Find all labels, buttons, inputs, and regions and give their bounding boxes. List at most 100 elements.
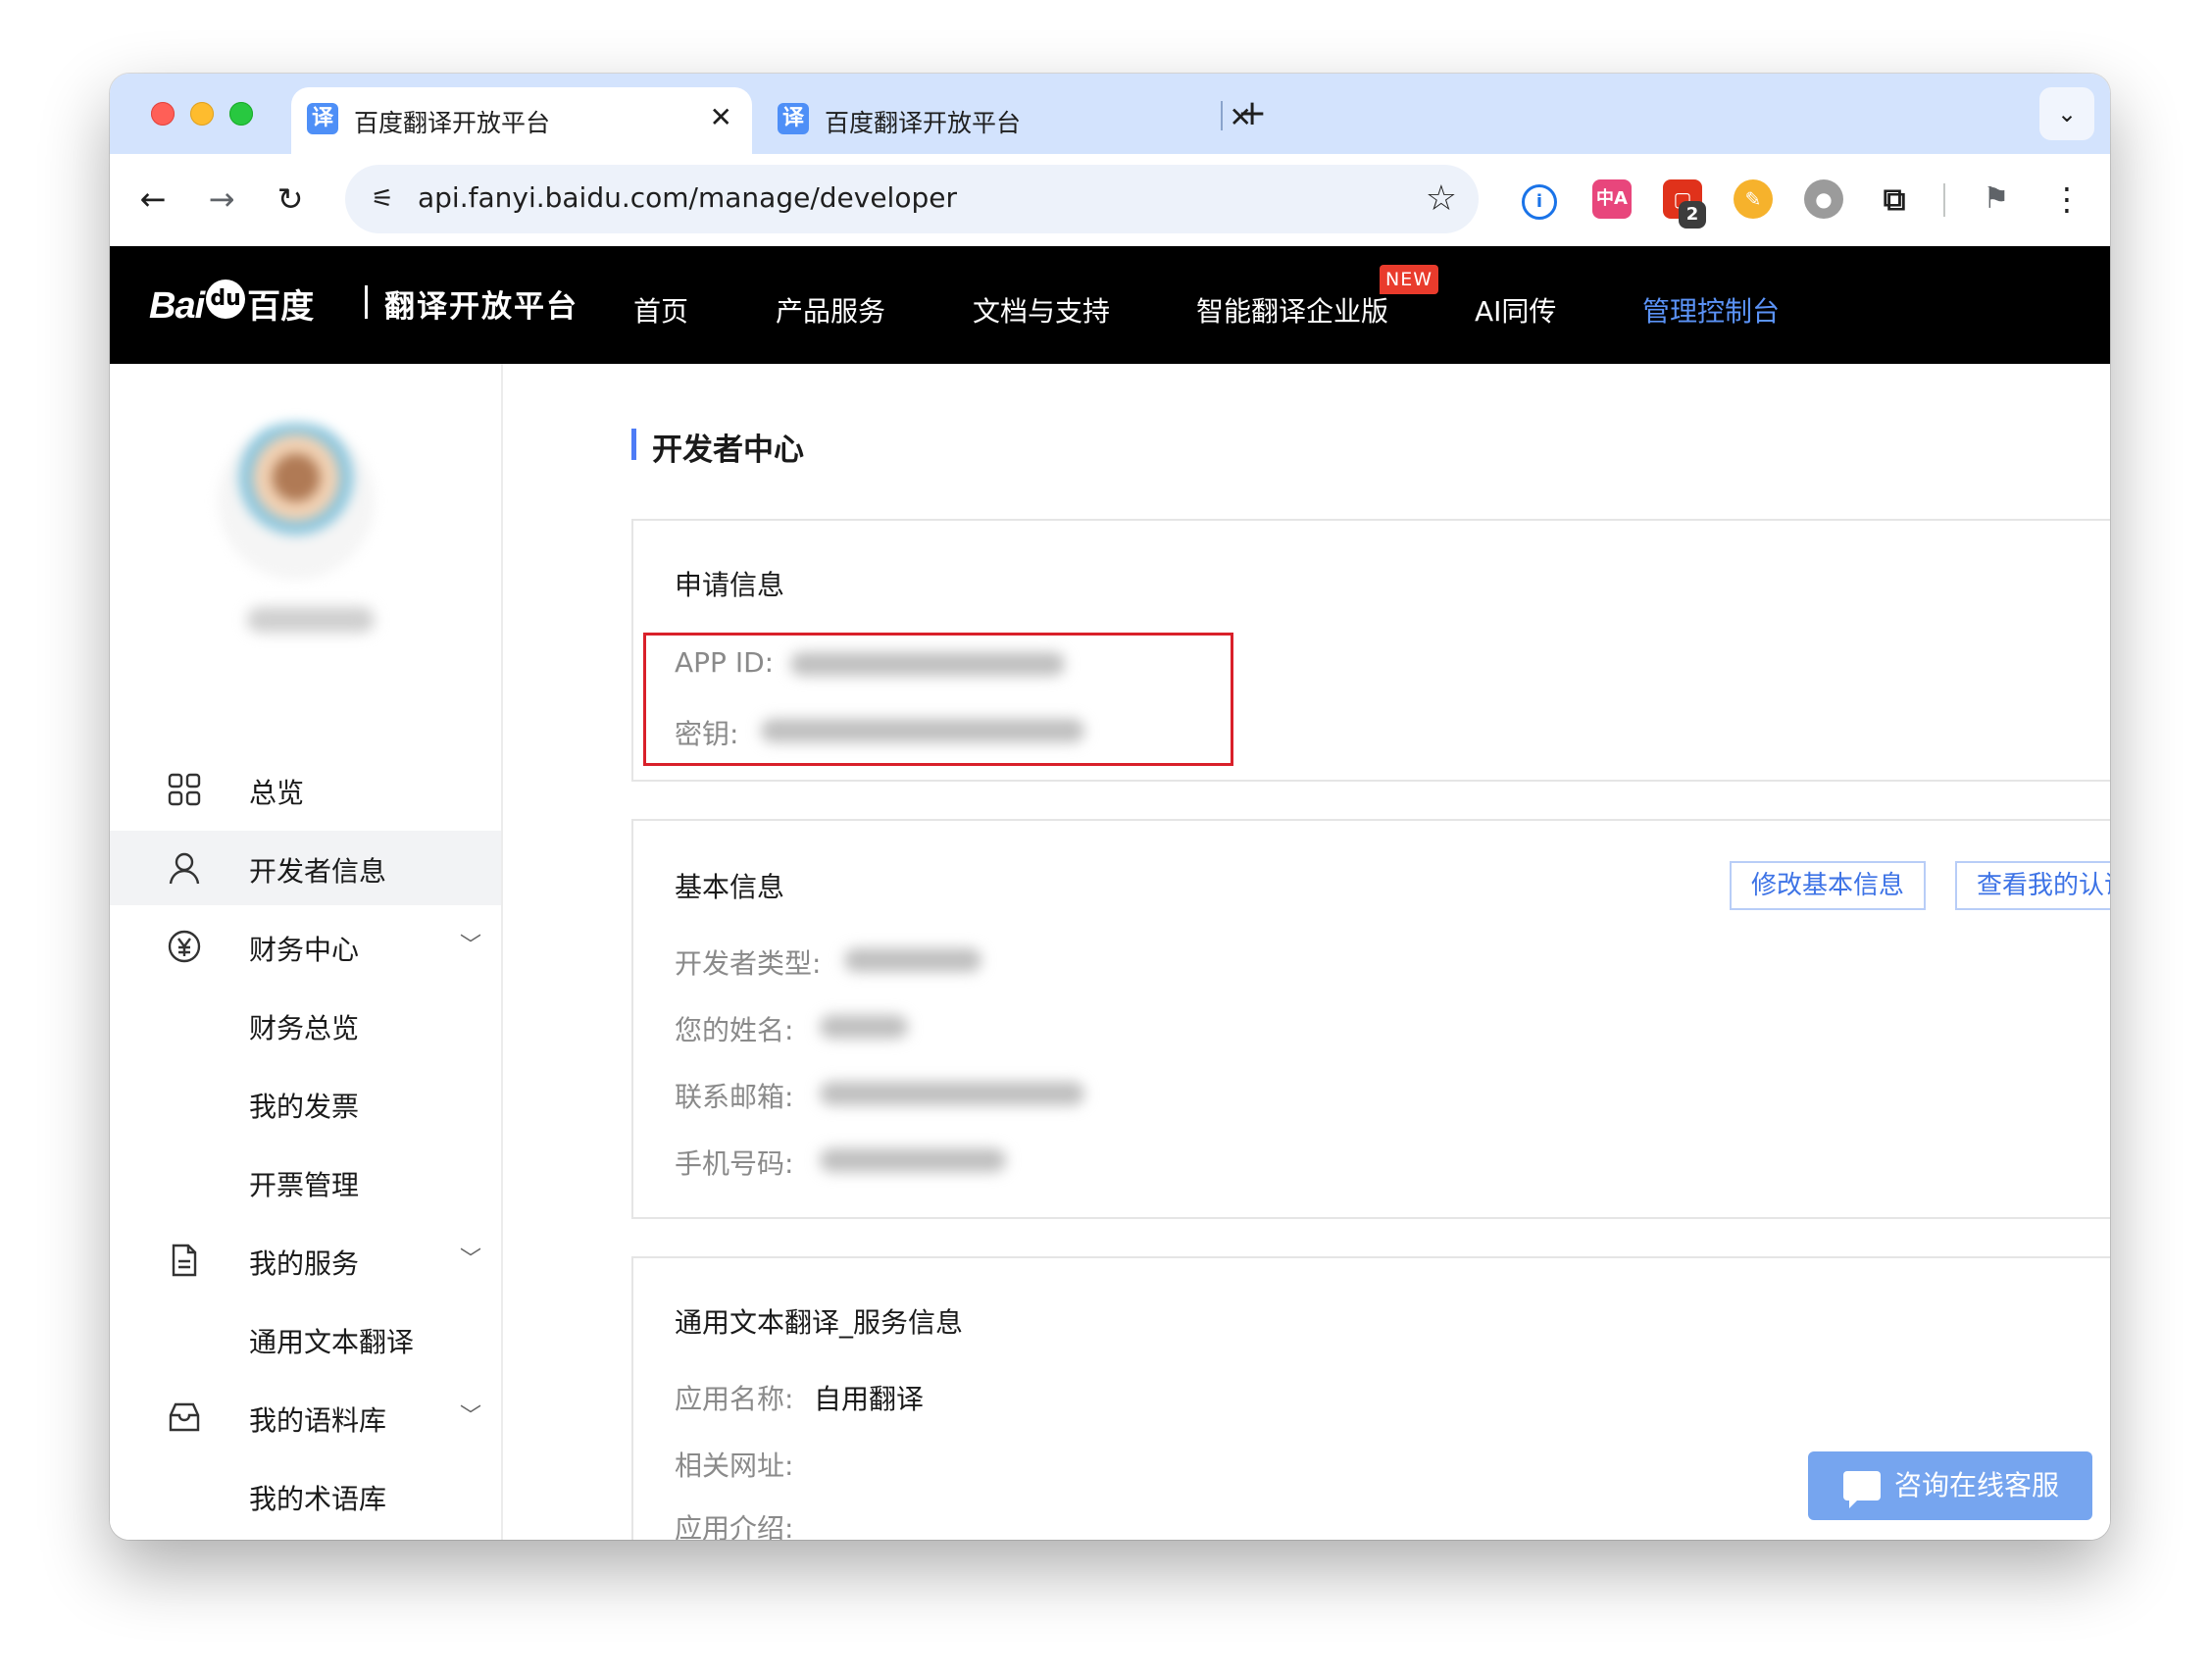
address-bar[interactable]: ⚟ api.fanyi.baidu.com/manage/developer ☆ — [345, 165, 1479, 233]
url-text[interactable]: api.fanyi.baidu.com/manage/developer — [418, 181, 957, 214]
site-header: Bai du 百度 翻译开放平台 首页 产品服务 文档与支持 智能翻译企业版 NEW… — [110, 246, 2110, 364]
card-title: 基本信息 — [675, 871, 785, 903]
sidebar-item-finance[interactable]: 财务中心 ﹀ — [110, 909, 501, 984]
reload-icon[interactable]: ↻ — [267, 176, 314, 223]
page-title: 开发者中心 — [652, 432, 804, 468]
nav-products[interactable]: 产品服务 — [776, 290, 885, 330]
sidebar-item-label: 我的发票 — [249, 1091, 360, 1123]
baidu-translate-favicon-icon: 译 — [778, 103, 809, 134]
baidu-translate-favicon-icon: 译 — [307, 103, 338, 134]
edit-basic-info-button[interactable]: 修改基本信息 — [1730, 861, 1926, 910]
basic-info-card: 基本信息 修改基本信息 查看我的认证 开发者类型: 您的姓名: 联系邮箱: 手机… — [631, 819, 2110, 1219]
online-support-button[interactable]: 咨询在线客服 — [1808, 1451, 2092, 1520]
app-name-label: 应用名称: — [675, 1383, 794, 1415]
app-id-value-redacted — [790, 652, 1065, 676]
tab-active[interactable]: 译 百度翻译开放平台 ✕ — [291, 87, 752, 154]
chevron-down-icon[interactable]: ﹀ — [460, 1243, 481, 1278]
nav-home[interactable]: 首页 — [633, 290, 688, 330]
browser-toolbar: ← → ↻ ⚟ api.fanyi.baidu.com/manage/devel… — [110, 154, 2110, 246]
grid-icon — [167, 772, 202, 807]
flag-extension-icon[interactable]: ⚑ — [1977, 179, 2016, 219]
chevron-down-icon[interactable]: ﹀ — [460, 929, 481, 964]
translate-extension-icon[interactable]: 中A — [1592, 179, 1632, 219]
tab-title: 百度翻译开放平台 — [354, 109, 551, 137]
chevron-down-icon[interactable]: ﹀ — [460, 1399, 481, 1435]
user-icon — [167, 850, 202, 886]
password-manager-icon[interactable]: i — [1522, 184, 1557, 220]
site-settings-icon[interactable]: ⚟ — [365, 181, 400, 217]
sidebar-item-my-services[interactable]: 我的服务 ﹀ — [110, 1223, 501, 1297]
sidebar-item-finance-overview[interactable]: 财务总览 — [110, 988, 501, 1062]
phone-redacted — [820, 1148, 1006, 1172]
application-info-card: 申请信息 APP ID: 密钥: — [631, 519, 2110, 782]
tab-separator — [1221, 101, 1223, 130]
back-arrow-icon[interactable]: ← — [129, 176, 176, 223]
developer-type-label: 开发者类型: — [675, 947, 822, 980]
nav-enterprise[interactable]: 智能翻译企业版 — [1196, 290, 1388, 330]
platform-name: 翻译开放平台 — [384, 289, 578, 325]
avatar[interactable] — [218, 423, 375, 580]
forward-arrow-icon[interactable]: → — [198, 176, 245, 223]
sidebar-item-terminology[interactable]: 我的术语库 — [110, 1458, 501, 1533]
sidebar-item-label: 财务总览 — [249, 1012, 360, 1044]
extension-badge: 2 — [1679, 201, 1706, 229]
new-tab-button[interactable]: + — [1237, 93, 1267, 134]
title-accent-bar — [631, 429, 636, 460]
online-support-label: 咨询在线客服 — [1894, 1469, 2060, 1501]
email-label: 联系邮箱: — [675, 1081, 794, 1113]
bookmark-star-icon[interactable]: ☆ — [1426, 178, 1457, 221]
tab-close-icon[interactable]: ✕ — [710, 101, 732, 134]
browser-menu-icon[interactable]: ⋮ — [2047, 178, 2086, 221]
view-certification-button[interactable]: 查看我的认证 — [1955, 861, 2110, 910]
sidebar-item-label: 我的语料库 — [249, 1404, 387, 1437]
card-title: 申请信息 — [675, 569, 785, 601]
chat-bubble-icon — [1843, 1471, 1881, 1508]
sidebar-item-label: 开发者信息 — [249, 855, 387, 888]
nav-docs-support[interactable]: 文档与支持 — [973, 290, 1110, 330]
inbox-icon — [167, 1399, 202, 1435]
sidebar-item-corpus[interactable]: 我的语料库 ﹀ — [110, 1380, 501, 1454]
email-redacted — [820, 1082, 1084, 1105]
sidebar-item-label: 开票管理 — [249, 1169, 360, 1201]
card-title: 通用文本翻译_服务信息 — [675, 1306, 964, 1339]
tab-search-button[interactable]: ⌄ — [2039, 87, 2094, 140]
logo-bai: Bai — [149, 285, 205, 327]
sidebar-item-label: 财务中心 — [249, 934, 360, 966]
tab-title: 百度翻译开放平台 — [825, 109, 1022, 137]
secret-key-label: 密钥: — [675, 718, 739, 750]
username-redacted — [247, 607, 375, 633]
app-id-label: APP ID: — [675, 646, 775, 679]
sidebar-item-label: 通用文本翻译 — [249, 1326, 415, 1358]
maximize-window-button[interactable] — [229, 102, 253, 126]
tab-strip: 译 百度翻译开放平台 ✕ 译 百度翻译开放平台 ✕ + ⌄ — [110, 74, 2110, 154]
gray-extension-icon[interactable]: ● — [1804, 179, 1843, 219]
sidebar-item-developer-info[interactable]: 开发者信息 — [110, 831, 501, 905]
new-badge: NEW — [1380, 265, 1439, 294]
name-redacted — [820, 1015, 908, 1039]
nav-console[interactable]: 管理控制台 — [1642, 290, 1780, 330]
baidu-logo[interactable]: Bai du 百度 翻译开放平台 — [149, 280, 577, 331]
sidebar-item-general-translation[interactable]: 通用文本翻译 — [110, 1301, 501, 1376]
related-url-label: 相关网址: — [675, 1450, 794, 1482]
yellow-extension-icon[interactable]: ✎ — [1734, 179, 1773, 219]
main-content: 开发者中心 申请信息 APP ID: 密钥: 基本信息 修改基本信息 查看我的认… — [503, 364, 2110, 1540]
name-label: 您的姓名: — [675, 1014, 794, 1046]
sidebar-item-label: 我的术语库 — [249, 1483, 387, 1515]
tab-inactive[interactable]: 译 百度翻译开放平台 ✕ — [762, 87, 1311, 154]
sidebar-item-label: 总览 — [249, 777, 305, 809]
sidebar-item-overview[interactable]: 总览 — [110, 752, 501, 827]
secret-key-value-redacted — [761, 719, 1084, 742]
app-intro-label: 应用介绍: — [675, 1512, 794, 1540]
extensions-puzzle-icon[interactable]: ⧉ — [1875, 179, 1914, 219]
sidebar-item-invoices[interactable]: 我的发票 — [110, 1066, 501, 1141]
browser-window: 译 百度翻译开放平台 ✕ 译 百度翻译开放平台 ✕ + ⌄ ← → ↻ ⚟ ap… — [110, 74, 2110, 1540]
logo-divider — [365, 285, 368, 319]
close-window-button[interactable] — [151, 102, 175, 126]
minimize-window-button[interactable] — [190, 102, 214, 126]
nav-ai-interpretation[interactable]: AI同传 — [1475, 290, 1556, 330]
document-icon — [167, 1243, 202, 1278]
chevron-down-icon: ⌄ — [2056, 100, 2078, 127]
phone-label: 手机号码: — [675, 1147, 794, 1180]
sidebar-item-label: 我的服务 — [249, 1247, 360, 1280]
sidebar-item-invoice-management[interactable]: 开票管理 — [110, 1145, 501, 1219]
